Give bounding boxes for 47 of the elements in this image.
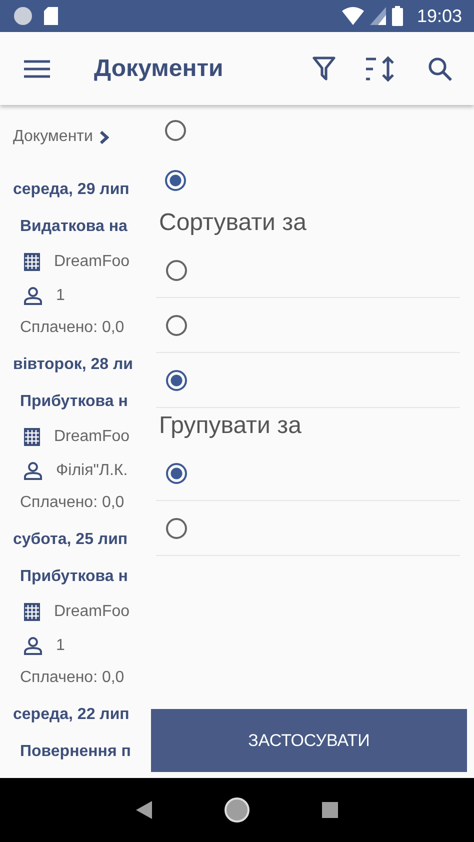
back-icon[interactable] [136, 801, 152, 819]
date-header: середа, 22 лип [12, 705, 130, 725]
apply-button[interactable]: ЗАСТОСУВАТИ [151, 709, 467, 772]
sd-card-icon [44, 7, 58, 25]
paid-amount: Сплачено: 0,0 [20, 669, 126, 688]
radio-button[interactable] [165, 170, 186, 190]
document-title[interactable]: Прибуткова н [20, 568, 148, 588]
radio-button[interactable] [166, 370, 187, 390]
section-heading: Групувати за [158, 411, 302, 441]
building-icon [24, 253, 40, 271]
person-name: Філія"Л.К. [56, 462, 128, 480]
wifi-icon [342, 7, 364, 25]
paid-amount: Сплачено: 0,0 [20, 319, 126, 338]
building-icon [24, 428, 40, 446]
signal-icon [370, 7, 386, 25]
section-heading: Сортувати за [158, 208, 308, 238]
building-icon [24, 603, 40, 621]
radio-button[interactable] [166, 314, 187, 336]
radio-button[interactable] [166, 260, 187, 280]
radio-button[interactable] [165, 120, 186, 140]
date-header: середа, 29 лип [12, 180, 130, 200]
filter-icon[interactable] [312, 56, 336, 82]
radio-button[interactable] [166, 518, 187, 538]
document-title[interactable]: Повернення п [20, 743, 148, 763]
chevron-right-icon [98, 130, 109, 144]
person-name: 1 [56, 637, 65, 655]
document-title[interactable]: Прибуткова н [20, 393, 148, 413]
battery-icon [392, 6, 403, 26]
breadcrumb-link[interactable]: Документи [13, 128, 93, 146]
company-name: DreamFoo [54, 603, 130, 621]
search-icon[interactable] [428, 56, 452, 80]
paid-amount: Сплачено: 0,0 [20, 494, 126, 513]
menu-icon[interactable] [24, 60, 50, 78]
notification-dot-icon [14, 7, 32, 25]
date-header: вівторок, 28 ли [12, 355, 134, 375]
company-name: DreamFoo [54, 253, 130, 271]
radio-button[interactable] [166, 462, 187, 484]
person-name: 1 [56, 287, 65, 305]
person-icon [24, 462, 42, 480]
screen-title: Документи [94, 54, 224, 82]
home-icon[interactable] [224, 797, 250, 823]
clock-time: 19:03 [416, 6, 462, 26]
document-title[interactable]: Видаткова на [20, 218, 148, 238]
company-name: DreamFoo [54, 428, 130, 446]
person-icon [24, 637, 42, 655]
date-header: субота, 25 лип [12, 530, 129, 550]
person-icon [24, 287, 42, 305]
